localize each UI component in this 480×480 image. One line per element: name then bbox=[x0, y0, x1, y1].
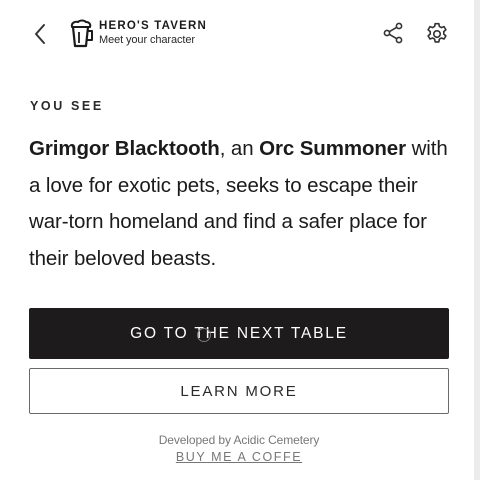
app-header: HERO'S TAVERN Meet your character bbox=[0, 0, 474, 70]
developer-credit: Developed by Acidic Cemetery bbox=[158, 433, 320, 447]
character-name: Grimgor Blacktooth bbox=[29, 137, 220, 160]
gear-icon bbox=[427, 22, 447, 43]
app-title: HERO'S TAVERN bbox=[99, 20, 207, 32]
description-joiner: , an bbox=[219, 137, 260, 160]
next-table-button[interactable]: GO TO THE NEXT TABLE bbox=[29, 308, 449, 359]
settings-button[interactable] bbox=[424, 21, 450, 47]
app-subtitle: Meet your character bbox=[99, 34, 195, 46]
buy-coffee-link[interactable]: BUY ME A COFFE bbox=[176, 450, 302, 464]
back-button[interactable] bbox=[28, 22, 52, 46]
chevron-left-icon bbox=[35, 24, 45, 44]
brand: HERO'S TAVERN Meet your character bbox=[99, 20, 207, 47]
learn-more-button[interactable]: LEARN MORE bbox=[29, 368, 449, 414]
character-description: Grimgor Blacktooth, an Orc Summoner with… bbox=[29, 131, 449, 277]
beer-mug-icon bbox=[70, 19, 93, 48]
window-edge bbox=[474, 0, 480, 480]
section-eyebrow: YOU SEE bbox=[30, 99, 104, 113]
character-class: Orc Summoner bbox=[259, 137, 406, 160]
share-icon bbox=[383, 22, 403, 44]
share-button[interactable] bbox=[381, 21, 405, 45]
coffee-link-row: BUY ME A COFFE bbox=[0, 450, 478, 464]
